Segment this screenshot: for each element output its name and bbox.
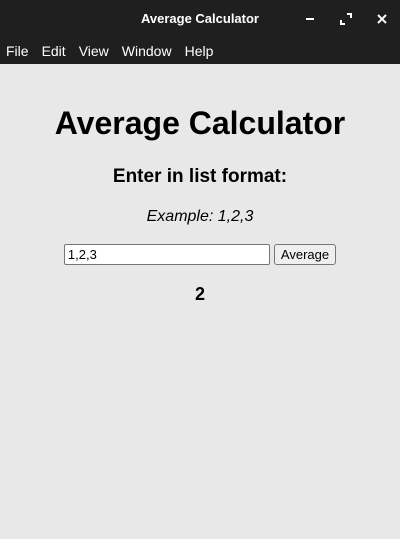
main-content: Average Calculator Enter in list format:… [0,104,400,305]
minimize-button[interactable] [292,0,328,38]
maximize-icon [340,13,352,25]
app-window: Average Calculator File Edit View Window… [0,0,400,539]
menu-bar: File Edit View Window Help [0,38,400,64]
maximize-button[interactable] [328,0,364,38]
average-button[interactable]: Average [273,244,337,265]
result-value: 2 [194,284,205,304]
close-button[interactable] [364,0,400,38]
menu-window[interactable]: Window [122,43,172,59]
instruction-heading: Enter in list format: [112,166,288,187]
menu-help[interactable]: Help [185,43,214,59]
close-icon [377,14,387,24]
menu-view[interactable]: View [79,43,109,59]
menu-file[interactable]: File [6,43,29,59]
title-bar: Average Calculator [0,0,400,38]
list-input[interactable] [63,244,270,265]
window-controls [292,0,400,38]
input-form: Average [0,244,400,265]
page-title: Average Calculator [54,105,346,141]
menu-edit[interactable]: Edit [42,43,66,59]
minimize-icon [306,18,314,20]
example-text: Example: 1,2,3 [146,208,254,225]
